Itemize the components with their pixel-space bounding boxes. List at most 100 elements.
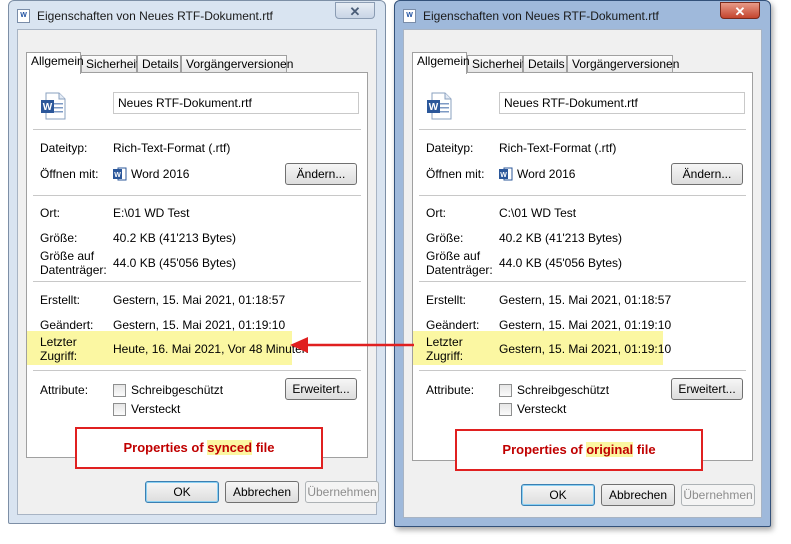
location-value: C:\01 WD Test: [499, 206, 577, 220]
separator: [33, 370, 361, 371]
general-tab-panel: W Neues RTF-Dokument.rtf Dateityp: Rich-…: [412, 72, 753, 471]
cancel-button[interactable]: Abbrechen: [601, 484, 675, 506]
size-on-disk-label-line2: Datenträger:: [426, 263, 493, 277]
last-access-value: Gestern, 15. Mai 2021, 01:19:10: [499, 342, 672, 356]
size-on-disk-label-line2: Datenträger:: [40, 263, 107, 277]
created-label: Erstellt:: [40, 293, 81, 307]
size-label: Größe:: [40, 231, 78, 245]
size-on-disk-value: 44.0 KB (45'056 Bytes): [499, 256, 623, 270]
close-button[interactable]: ✕: [720, 2, 760, 19]
filetype-label: Dateityp:: [426, 141, 474, 155]
window-title: Eigenschaften von Neues RTF-Dokument.rtf: [423, 9, 659, 23]
separator: [33, 281, 361, 282]
attributes-label: Attribute:: [426, 383, 475, 397]
last-access-label-line2: Zugriff:: [40, 349, 78, 363]
separator: [33, 129, 361, 130]
location-value: E:\01 WD Test: [113, 206, 190, 220]
window-title: Eigenschaften von Neues RTF-Dokument.rtf: [37, 9, 273, 23]
filetype-value: Rich-Text-Format (.rtf): [113, 141, 231, 155]
word-app-icon: W: [499, 167, 513, 181]
word-document-icon: W: [427, 92, 452, 120]
tab-details[interactable]: Details: [137, 55, 181, 73]
document-icon: W: [403, 9, 416, 23]
modified-value: Gestern, 15. Mai 2021, 01:19:10: [113, 318, 286, 332]
svg-text:W: W: [500, 172, 507, 179]
size-value: 40.2 KB (41'213 Bytes): [113, 231, 237, 245]
last-access-value: Heute, 16. Mai 2021, Vor 48 Minuten: [113, 342, 309, 356]
separator: [419, 195, 746, 196]
annotation-prefix: Properties of: [123, 440, 208, 455]
size-value: 40.2 KB (41'213 Bytes): [499, 231, 623, 245]
apply-button[interactable]: Übernehmen: [681, 484, 755, 506]
location-label: Ort:: [40, 206, 60, 220]
size-label: Größe:: [426, 231, 464, 245]
dialog-client: Allgemein Sicherheit Details Vorgängerve…: [17, 29, 379, 515]
word-document-icon: W: [41, 92, 66, 120]
right-properties-window: W Eigenschaften von Neues RTF-Dokument.r…: [394, 0, 771, 527]
file-name-field[interactable]: Neues RTF-Dokument.rtf: [113, 92, 359, 114]
tab-vorgaengerversionen[interactable]: Vorgängerversionen: [181, 55, 293, 73]
change-button[interactable]: Ändern...: [671, 163, 743, 185]
open-with-value: Word 2016: [517, 167, 576, 181]
word-app-icon: W: [113, 167, 127, 181]
ok-button[interactable]: OK: [145, 481, 219, 503]
readonly-checkbox[interactable]: [499, 384, 512, 397]
open-with-label: Öffnen mit:: [426, 167, 485, 181]
location-label: Ort:: [426, 206, 446, 220]
created-label: Erstellt:: [426, 293, 467, 307]
annotation-box: Properties of synced file: [75, 427, 323, 469]
modified-value: Gestern, 15. Mai 2021, 01:19:10: [499, 318, 672, 332]
document-icon: W: [17, 9, 30, 23]
annotation-suffix: file: [633, 442, 656, 457]
hidden-label[interactable]: Versteckt: [517, 402, 566, 416]
last-access-label-line2: Zugriff:: [426, 349, 464, 363]
tab-sicherheit[interactable]: Sicherheit: [467, 55, 525, 73]
annotation-suffix: file: [252, 440, 275, 455]
tab-details[interactable]: Details: [523, 55, 567, 73]
svg-text:W: W: [114, 172, 121, 179]
separator: [33, 195, 361, 196]
readonly-checkbox[interactable]: [113, 384, 126, 397]
hidden-label[interactable]: Versteckt: [131, 402, 180, 416]
ok-button[interactable]: OK: [521, 484, 595, 506]
attributes-label: Attribute:: [40, 383, 89, 397]
separator: [419, 129, 746, 130]
tab-vorgaengerversionen[interactable]: Vorgängerversionen: [567, 55, 679, 73]
readonly-label[interactable]: Schreibgeschützt: [131, 383, 223, 397]
left-titlebar[interactable]: W Eigenschaften von Neues RTF-Dokument.r…: [9, 1, 385, 29]
separator: [419, 281, 746, 282]
filetype-label: Dateityp:: [40, 141, 88, 155]
open-with-value: Word 2016: [131, 167, 190, 181]
created-value: Gestern, 15. Mai 2021, 01:18:57: [499, 293, 672, 307]
apply-button[interactable]: Übernehmen: [305, 481, 379, 503]
svg-text:W: W: [43, 102, 53, 113]
close-button[interactable]: ✕: [335, 2, 375, 19]
hidden-checkbox[interactable]: [499, 403, 512, 416]
advanced-button[interactable]: Erweitert...: [285, 378, 357, 400]
advanced-button[interactable]: Erweitert...: [671, 378, 743, 400]
cancel-button[interactable]: Abbrechen: [225, 481, 299, 503]
general-tab-panel: W Neues RTF-Dokument.rtf Dateityp: Rich-…: [26, 72, 368, 469]
last-access-label-line1: Letzter: [426, 335, 463, 349]
annotation-prefix: Properties of: [502, 442, 587, 457]
annotation-highlight: synced: [207, 440, 253, 455]
svg-text:W: W: [429, 102, 439, 113]
modified-label: Geändert:: [40, 318, 94, 332]
file-name-field[interactable]: Neues RTF-Dokument.rtf: [499, 92, 745, 114]
annotation-box: Properties of original file: [455, 429, 703, 471]
filetype-value: Rich-Text-Format (.rtf): [499, 141, 617, 155]
hidden-checkbox[interactable]: [113, 403, 126, 416]
size-on-disk-label-line1: Größe auf: [40, 249, 95, 263]
left-properties-window: W Eigenschaften von Neues RTF-Dokument.r…: [8, 0, 386, 524]
change-button[interactable]: Ändern...: [285, 163, 357, 185]
separator: [419, 370, 746, 371]
tab-sicherheit[interactable]: Sicherheit: [81, 55, 139, 73]
readonly-label[interactable]: Schreibgeschützt: [517, 383, 609, 397]
size-on-disk-value: 44.0 KB (45'056 Bytes): [113, 256, 237, 270]
open-with-label: Öffnen mit:: [40, 167, 99, 181]
tab-allgemein[interactable]: Allgemein: [412, 52, 470, 74]
created-value: Gestern, 15. Mai 2021, 01:18:57: [113, 293, 286, 307]
tab-allgemein[interactable]: Allgemein: [26, 52, 84, 74]
right-titlebar[interactable]: W Eigenschaften von Neues RTF-Dokument.r…: [395, 1, 770, 29]
last-access-label-line1: Letzter: [40, 335, 77, 349]
